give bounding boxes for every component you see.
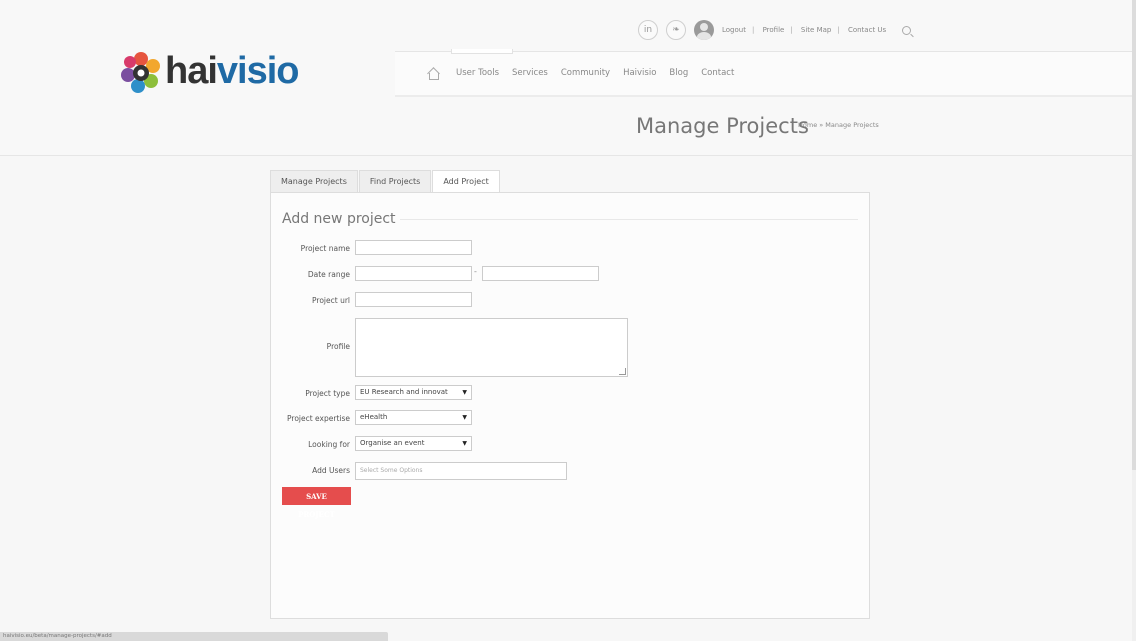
nav-item-services[interactable]: Services — [512, 68, 548, 78]
profile-textarea[interactable] — [355, 318, 628, 377]
looking-for-value: Organise an event — [360, 439, 425, 447]
breadcrumb[interactable]: Home » Manage Projects — [798, 121, 879, 129]
top-bar: in ❧ Logout | Profile | Site Map | Contact … — [638, 20, 912, 40]
twitter-icon[interactable]: ❧ — [666, 20, 686, 40]
page-title: Manage Projects — [636, 114, 809, 138]
looking-for-label: Looking for — [308, 440, 350, 449]
resize-handle-icon[interactable] — [619, 368, 626, 375]
chevron-down-icon: ▼ — [462, 389, 467, 396]
profile-link[interactable]: Profile — [763, 26, 785, 34]
linkedin-icon[interactable]: in — [638, 20, 658, 40]
logo[interactable]: haivisio — [120, 50, 300, 93]
nav-item-haivisio[interactable]: Haivisio — [623, 68, 656, 78]
date-separator: - — [474, 267, 477, 276]
main-nav: User Tools Services Community Haivisio B… — [395, 49, 1136, 97]
vertical-scrollbar[interactable] — [1132, 0, 1136, 641]
date-from-input[interactable] — [355, 266, 472, 281]
legend-divider — [400, 219, 858, 220]
date-to-input[interactable] — [482, 266, 599, 281]
project-type-value: EU Research and innovat — [360, 388, 448, 396]
save-project-button[interactable]: SAVE PROJECT — [282, 487, 351, 519]
form-panel — [270, 192, 870, 619]
logout-link[interactable]: Logout — [722, 26, 746, 34]
project-url-input[interactable] — [355, 292, 472, 307]
tab-manage-projects[interactable]: Manage Projects — [270, 170, 358, 193]
site-header: in ❧ Logout | Profile | Site Map | Contact … — [0, 0, 1136, 156]
nav-item-community[interactable]: Community — [561, 68, 610, 78]
logo-mark-icon — [121, 51, 160, 93]
contact-us-link[interactable]: Contact Us — [848, 26, 886, 34]
scrollbar-thumb[interactable] — [1132, 0, 1136, 470]
chevron-down-icon: ▼ — [462, 440, 467, 447]
search-icon[interactable] — [902, 25, 912, 35]
avatar[interactable] — [694, 20, 714, 40]
tab-add-project[interactable]: Add Project — [432, 170, 500, 194]
status-bar-url: haivisio.eu/beta/manage-projects/#add — [0, 632, 388, 641]
nav-tab-decoration — [451, 49, 513, 54]
project-expertise-select[interactable]: eHealth ▼ — [355, 410, 472, 425]
add-users-label: Add Users — [312, 466, 350, 475]
tab-find-projects[interactable]: Find Projects — [358, 170, 432, 193]
looking-for-select[interactable]: Organise an event ▼ — [355, 436, 472, 451]
home-icon[interactable] — [427, 67, 440, 80]
form-legend: Add new project — [282, 211, 396, 227]
chevron-down-icon: ▼ — [462, 414, 467, 421]
nav-item-blog[interactable]: Blog — [669, 68, 688, 78]
tab-bar: Manage Projects Find Projects Add Projec… — [270, 170, 501, 194]
project-name-input[interactable] — [355, 240, 472, 255]
project-type-label: Project type — [305, 389, 350, 398]
date-range-label: Date range — [307, 270, 350, 279]
project-expertise-label: Project expertise — [287, 414, 350, 423]
top-links: Logout | Profile | Site Map | Contact Us — [722, 26, 887, 34]
add-users-multiselect[interactable]: Select Some Options — [355, 462, 567, 480]
nav-item-contact[interactable]: Contact — [701, 68, 734, 78]
project-expertise-value: eHealth — [360, 413, 388, 421]
nav-item-user-tools[interactable]: User Tools — [456, 68, 499, 78]
project-name-label: Project name — [300, 244, 350, 253]
profile-label: Profile — [326, 342, 350, 351]
project-url-label: Project url — [312, 296, 350, 305]
site-map-link[interactable]: Site Map — [801, 26, 831, 34]
project-type-select[interactable]: EU Research and innovat ▼ — [355, 385, 472, 400]
logo-text: haivisio — [165, 50, 300, 92]
